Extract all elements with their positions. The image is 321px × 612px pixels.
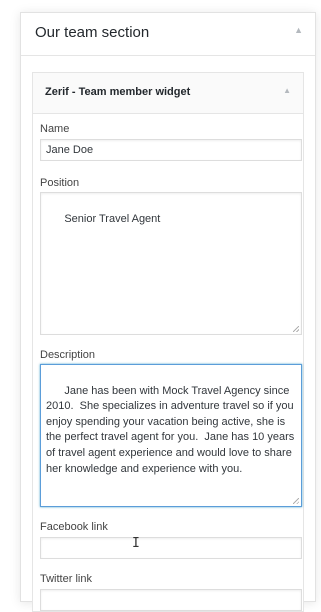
description-value: Jane has been with Mock Travel Agency si… xyxy=(46,384,298,475)
text-cursor-icon: I xyxy=(132,536,140,551)
name-input[interactable]: Jane Doe xyxy=(40,139,302,161)
triangle-up-icon[interactable]: ▲ xyxy=(283,86,291,95)
name-label: Name xyxy=(40,123,70,135)
section-title: Our team section xyxy=(35,24,150,41)
triangle-up-icon[interactable]: ▲ xyxy=(294,25,303,35)
position-label: Position xyxy=(40,177,80,189)
twitter-label: Twitter link xyxy=(40,573,92,585)
customizer-background: Our team section ▲ Zerif - Team member w… xyxy=(0,0,321,612)
description-textarea[interactable]: Jane has been with Mock Travel Agency si… xyxy=(40,364,302,507)
position-value: Senior Travel Agent xyxy=(64,212,161,225)
facebook-label: Facebook link xyxy=(40,521,108,533)
twitter-link-input[interactable] xyxy=(40,589,302,611)
facebook-link-input[interactable] xyxy=(40,537,302,559)
section-header[interactable]: Our team section ▲ xyxy=(21,13,315,56)
resize-grip-icon[interactable] xyxy=(293,326,299,332)
resize-grip-icon[interactable] xyxy=(293,498,299,504)
description-label: Description xyxy=(40,349,96,361)
widget-title: Zerif - Team member widget xyxy=(45,86,191,98)
team-member-widget: Zerif - Team member widget ▲ Name Jane D… xyxy=(32,72,304,612)
widget-header[interactable]: Zerif - Team member widget ▲ xyxy=(33,73,303,114)
position-textarea[interactable]: Senior Travel Agent xyxy=(40,192,302,335)
